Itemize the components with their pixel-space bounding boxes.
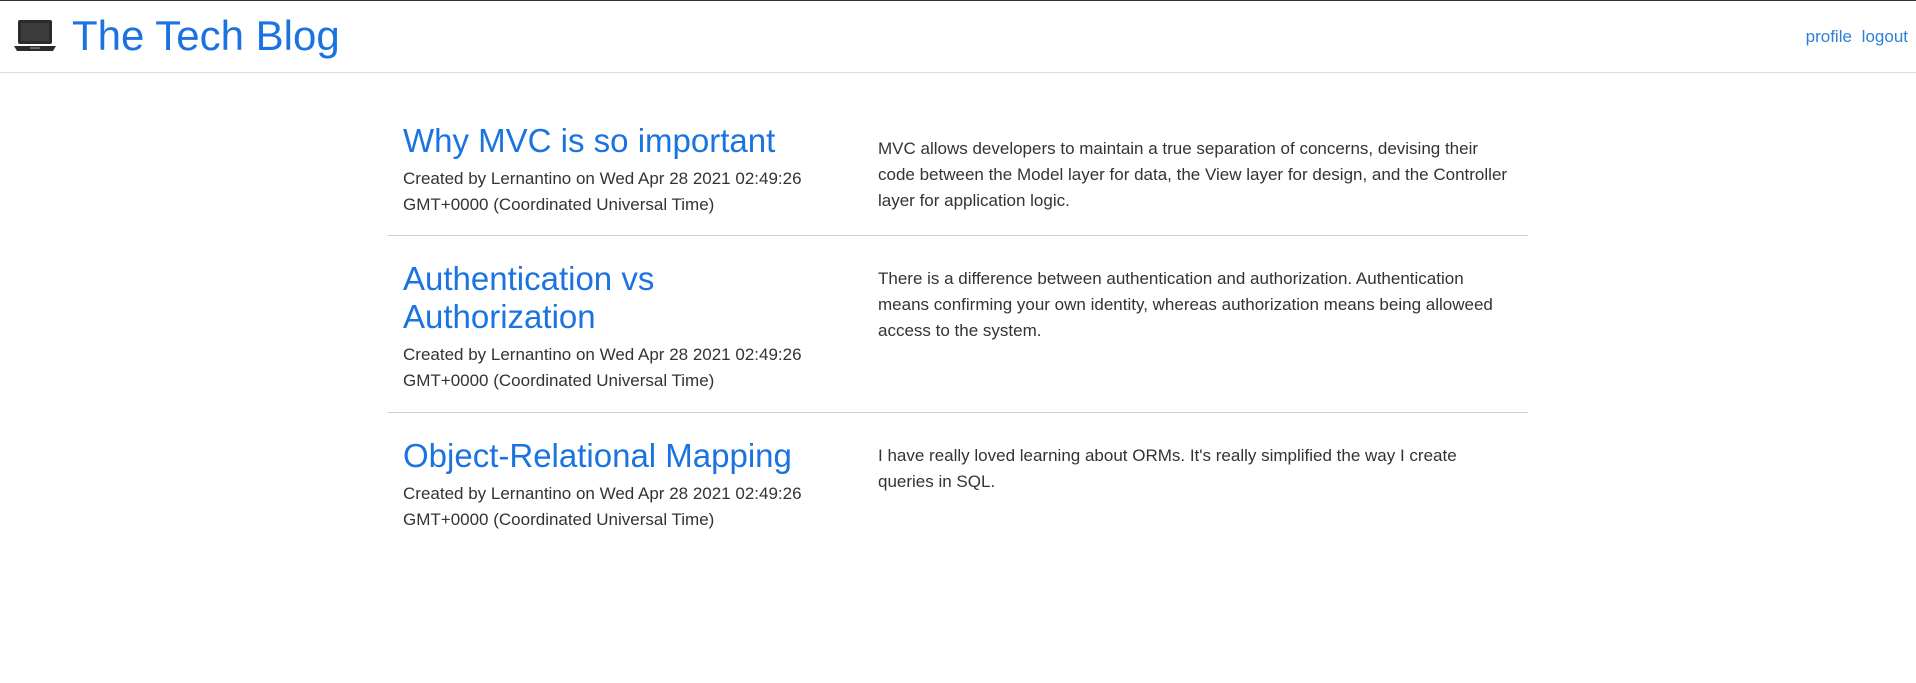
- logout-link[interactable]: logout: [1862, 27, 1908, 46]
- laptop-icon: [12, 18, 58, 54]
- post-item: Authentication vs Authorization Created …: [388, 236, 1528, 413]
- post-title-link[interactable]: Authentication vs Authorization: [403, 260, 848, 336]
- post-list: Why MVC is so important Created by Lerna…: [388, 108, 1528, 543]
- top-nav: profile logout: [1806, 27, 1908, 47]
- post-header: Why MVC is so important Created by Lerna…: [403, 122, 863, 235]
- site-title: The Tech Blog: [72, 12, 340, 59]
- post-meta: Created by Lernantino on Wed Apr 28 2021…: [403, 169, 802, 214]
- post-meta: Created by Lernantino on Wed Apr 28 2021…: [403, 345, 802, 390]
- post-title-link[interactable]: Why MVC is so important: [403, 122, 848, 160]
- site-header: The Tech Blog profile logout: [0, 0, 1916, 73]
- post-header: Authentication vs Authorization Created …: [403, 260, 863, 412]
- post-title-link[interactable]: Object-Relational Mapping: [403, 437, 848, 475]
- brand-link[interactable]: The Tech Blog: [12, 9, 340, 63]
- post-header: Object-Relational Mapping Created by Ler…: [403, 437, 863, 543]
- profile-link[interactable]: profile: [1806, 27, 1852, 46]
- post-body: I have really loved learning about ORMs.…: [878, 446, 1457, 491]
- post-body: MVC allows developers to maintain a true…: [878, 139, 1508, 210]
- post-body: There is a difference between authentica…: [878, 269, 1493, 340]
- post-meta: Created by Lernantino on Wed Apr 28 2021…: [403, 484, 802, 529]
- post-item: Object-Relational Mapping Created by Ler…: [388, 413, 1528, 543]
- post-item: Why MVC is so important Created by Lerna…: [388, 108, 1528, 236]
